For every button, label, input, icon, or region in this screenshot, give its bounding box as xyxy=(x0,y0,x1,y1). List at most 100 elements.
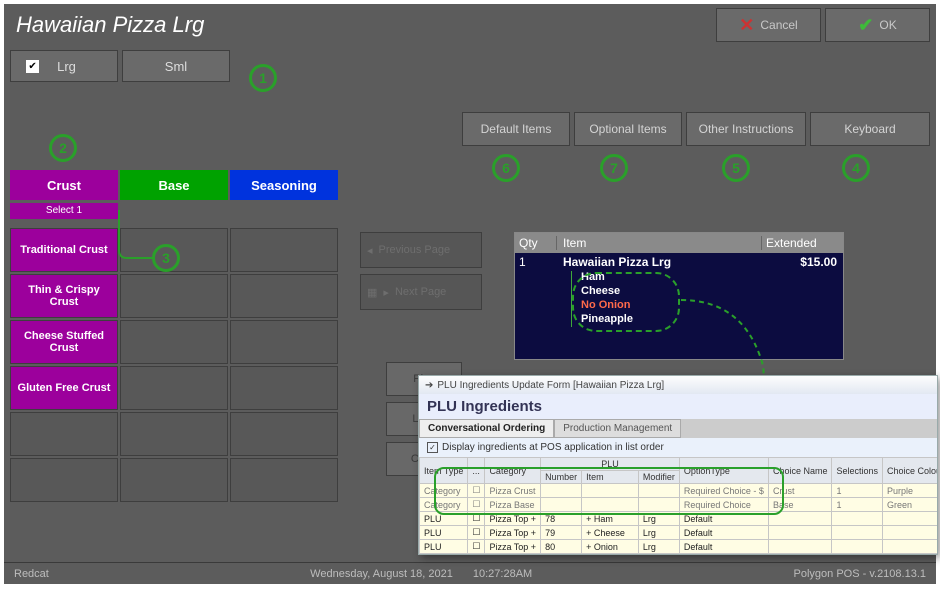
option-empty[interactable] xyxy=(10,412,118,456)
table-cell xyxy=(638,484,679,498)
marker-5: 5 xyxy=(722,154,750,182)
popup-display-checkbox[interactable]: ✓ Display ingredients at POS application… xyxy=(419,438,937,457)
table-cell xyxy=(541,498,582,512)
popup-tab-production[interactable]: Production Management xyxy=(554,419,681,438)
option-empty[interactable] xyxy=(120,366,228,410)
tab-default-items[interactable]: Default Items xyxy=(462,112,570,146)
table-cell: ☐ xyxy=(468,526,485,540)
table-cell: + Cheese xyxy=(582,526,639,540)
table-cell xyxy=(638,498,679,512)
table-row[interactable]: Category☐Pizza BaseRequired ChoiceBase1G… xyxy=(420,498,938,512)
option-empty[interactable] xyxy=(230,412,338,456)
option-empty[interactable] xyxy=(230,320,338,364)
header-bar: Hawaiian Pizza Lrg ✕ Cancel ✔ OK xyxy=(4,4,936,46)
size-sml-label: Sml xyxy=(165,59,187,74)
table-cell: Lrg xyxy=(638,554,679,555)
status-time: 10:27:28AM xyxy=(473,568,532,580)
table-cell: PLU xyxy=(420,512,468,526)
th-number[interactable]: Number xyxy=(541,471,582,484)
table-cell: 91 xyxy=(541,554,582,555)
cancel-label: Cancel xyxy=(760,18,797,32)
th-plu[interactable]: PLU xyxy=(541,458,680,471)
table-row[interactable]: Category☐Pizza CrustRequired Choice - $C… xyxy=(420,484,938,498)
table-cell: + Ham xyxy=(582,512,639,526)
th-optiontype[interactable]: OptionType xyxy=(679,458,768,484)
table-cell: Required Choice - $ xyxy=(679,484,768,498)
option-thin-crispy-crust[interactable]: Thin & Crispy Crust xyxy=(10,274,118,318)
option-cheese-stuffed-crust[interactable]: Cheese Stuffed Crust xyxy=(10,320,118,364)
table-cell xyxy=(768,540,832,554)
size-lrg-button[interactable]: ✔ Lrg xyxy=(10,50,118,82)
option-empty[interactable] xyxy=(120,274,228,318)
utility-tabs: Default Items Optional Items Other Instr… xyxy=(462,112,930,146)
th-itemtype[interactable]: Item Type xyxy=(420,458,468,484)
table-cell: ☐ xyxy=(468,540,485,554)
option-empty[interactable] xyxy=(120,458,228,502)
crust-select-label: Select 1 xyxy=(10,203,118,219)
table-cell: Default xyxy=(679,526,768,540)
th-modifier[interactable]: Modifier xyxy=(638,471,679,484)
option-empty[interactable] xyxy=(230,228,338,272)
next-page-button[interactable]: ▦ ▸ Next Page xyxy=(360,274,482,310)
ok-label: OK xyxy=(879,18,896,32)
ok-button[interactable]: ✔ OK xyxy=(825,8,930,42)
previous-page-button[interactable]: ◂ Previous Page xyxy=(360,232,482,268)
cancel-button[interactable]: ✕ Cancel xyxy=(716,8,821,42)
table-cell: Lrg xyxy=(638,512,679,526)
option-empty[interactable] xyxy=(120,412,228,456)
option-empty[interactable] xyxy=(10,458,118,502)
table-cell xyxy=(832,526,883,540)
th-item[interactable]: Item xyxy=(582,471,639,484)
mod-cheese: Cheese xyxy=(581,285,843,299)
table-cell xyxy=(768,512,832,526)
marker-6: 6 xyxy=(492,154,520,182)
table-cell xyxy=(832,554,883,555)
table-cell: ☐ xyxy=(468,498,485,512)
option-gluten-free-crust[interactable]: Gluten Free Crust xyxy=(10,366,118,410)
table-row[interactable]: PLU☐Pizza Top +78+ HamLrgDefault xyxy=(420,512,938,526)
marker-4: 4 xyxy=(842,154,870,182)
size-row: ✔ Lrg Sml xyxy=(4,46,936,86)
table-cell: Pizza Top + xyxy=(485,540,541,554)
tab-crust[interactable]: Crust xyxy=(10,170,118,200)
table-cell: Crust xyxy=(768,484,832,498)
mod-pineapple: Pineapple xyxy=(581,313,843,327)
table-cell: 80 xyxy=(541,540,582,554)
table-row[interactable]: PLU☐Pizza Top +80+ OnionLrgDefault xyxy=(420,540,938,554)
table-cell: Lrg xyxy=(638,540,679,554)
tab-keyboard[interactable]: Keyboard xyxy=(810,112,930,146)
th-category[interactable]: Category xyxy=(485,458,541,484)
th-choicename[interactable]: Choice Name xyxy=(768,458,832,484)
table-cell xyxy=(883,554,938,555)
table-cell: Purple xyxy=(883,484,938,498)
tab-optional-items[interactable]: Optional Items xyxy=(574,112,682,146)
tab-other-instructions[interactable]: Other Instructions xyxy=(686,112,806,146)
table-row[interactable]: PLU☐Pizza Top +91+ PineappleLrgDefault xyxy=(420,554,938,555)
option-empty[interactable] xyxy=(230,366,338,410)
size-sml-button[interactable]: Sml xyxy=(122,50,230,82)
table-cell: 78 xyxy=(541,512,582,526)
popup-table: Item Type ... Category PLU OptionType Ch… xyxy=(419,457,937,554)
checkbox-checked-icon: ✓ xyxy=(427,442,438,453)
table-cell: Pizza Crust xyxy=(485,484,541,498)
table-cell: + Onion xyxy=(582,540,639,554)
order-ext: $15.00 xyxy=(761,255,843,269)
th-selections[interactable]: Selections xyxy=(832,458,883,484)
option-empty[interactable] xyxy=(230,458,338,502)
table-cell: Category xyxy=(420,498,468,512)
table-row[interactable]: PLU☐Pizza Top +79+ CheeseLrgDefault xyxy=(420,526,938,540)
popup-table-wrapper[interactable]: Item Type ... Category PLU OptionType Ch… xyxy=(419,457,937,554)
popup-titlebar[interactable]: ➔ PLU Ingredients Update Form [Hawaiian … xyxy=(419,376,937,394)
option-empty[interactable] xyxy=(120,228,228,272)
order-line[interactable]: 1 Hawaiian Pizza Lrg $15.00 xyxy=(515,253,843,271)
option-traditional-crust[interactable]: Traditional Crust xyxy=(10,228,118,272)
option-empty[interactable] xyxy=(230,274,338,318)
popup-tab-conversational[interactable]: Conversational Ordering xyxy=(419,419,554,438)
th-choicecolour[interactable]: Choice Colour xyxy=(883,458,938,484)
tab-base[interactable]: Base xyxy=(120,170,228,200)
th-dots[interactable]: ... xyxy=(468,458,485,484)
check-icon: ✔ xyxy=(858,15,873,36)
popup-tabs: Conversational Ordering Production Manag… xyxy=(419,419,937,438)
tab-seasoning[interactable]: Seasoning xyxy=(230,170,338,200)
option-empty[interactable] xyxy=(120,320,228,364)
